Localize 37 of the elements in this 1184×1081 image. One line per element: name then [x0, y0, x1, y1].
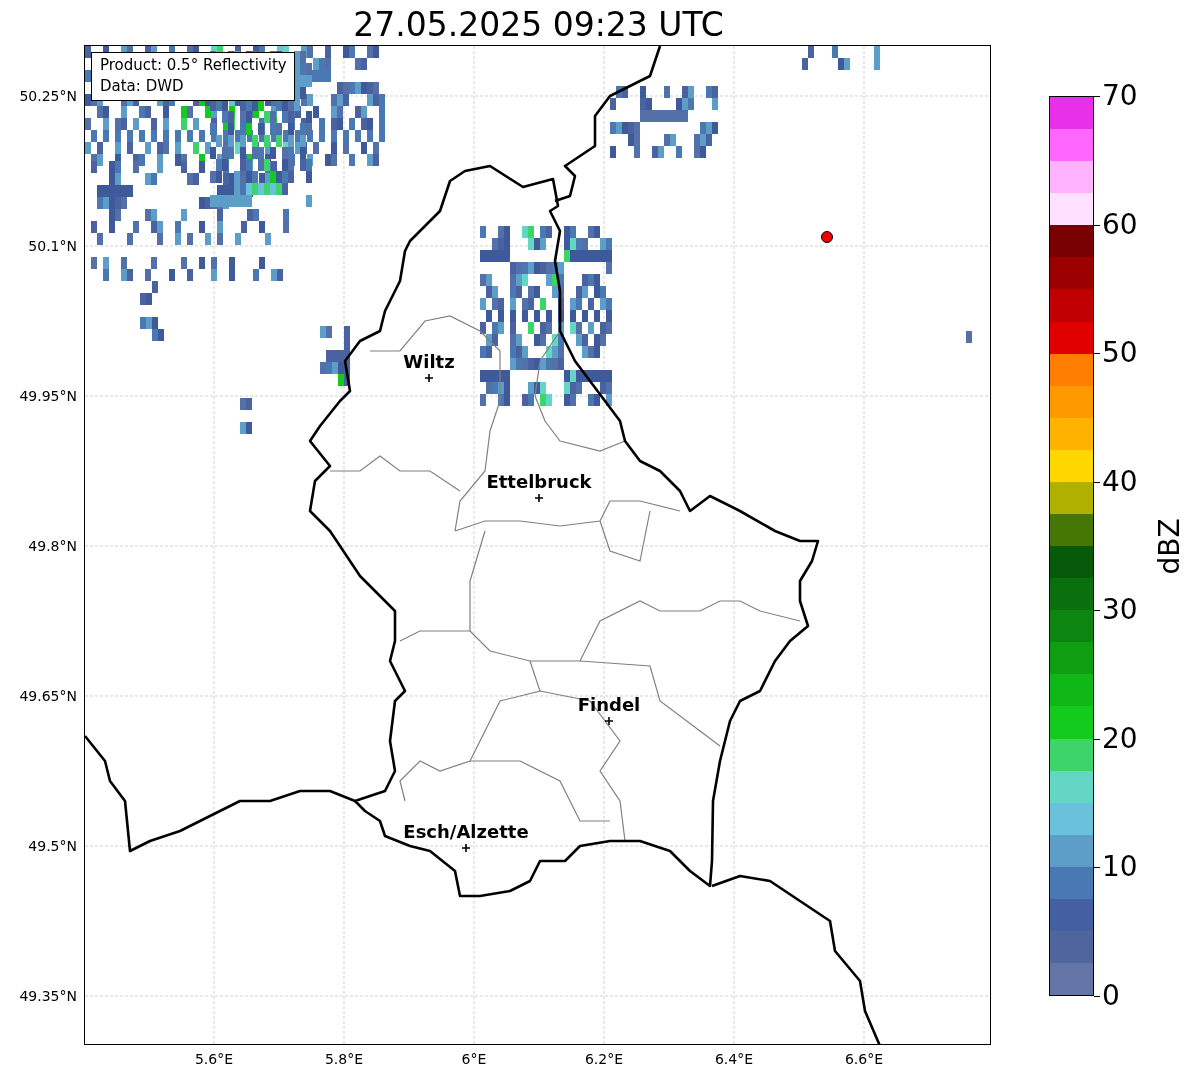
scale-label: 10 — [1094, 850, 1138, 885]
plus-marker-icon — [425, 374, 433, 382]
radar-echo — [240, 398, 252, 434]
longitude-label: 6.6°E — [844, 1051, 884, 1067]
latitude-label: 50.25°N — [19, 88, 77, 104]
longitude-label: 6.2°E — [584, 1051, 624, 1067]
legend-text: Data: DWD — [100, 76, 185, 97]
city-label: Wiltz — [403, 351, 455, 372]
longitude-label: 6°E — [461, 1051, 487, 1067]
scale-unit-label: dBZ — [1152, 517, 1184, 575]
radar-echo — [320, 326, 350, 386]
legend-text: Product: 0.5° Reflectivity — [100, 55, 287, 76]
radar-site-marker — [821, 231, 833, 243]
chart-title: 27.05.2025 09:23 UTC — [352, 4, 725, 45]
latitude-label: 49.95°N — [19, 388, 77, 404]
scale-label: 20 — [1094, 721, 1138, 756]
latitude-label: 49.5°N — [28, 838, 77, 854]
plus-marker-icon — [462, 844, 470, 852]
scale-label: 30 — [1094, 593, 1138, 628]
longitude-label: 5.6°E — [194, 1051, 234, 1067]
radar-echo — [966, 331, 972, 343]
city-label: Findel — [577, 694, 641, 715]
scale-label: 40 — [1094, 464, 1138, 499]
plus-marker-icon — [535, 494, 543, 502]
latitude-label: 49.65°N — [19, 688, 77, 704]
plus-marker-icon — [605, 717, 613, 725]
latitude-label: 49.8°N — [28, 538, 77, 554]
latitude-label: 49.35°N — [19, 988, 77, 1004]
scale-label: 0 — [1094, 979, 1120, 1013]
scale-label: 50 — [1094, 336, 1138, 371]
longitude-label: 6.4°E — [714, 1051, 754, 1067]
city-label: Esch/Alzette — [403, 821, 529, 842]
longitude-label: 5.8°E — [324, 1051, 364, 1067]
city-label: Ettelbruck — [486, 471, 592, 492]
scale-label: 70 — [1094, 79, 1138, 113]
scale-label: 60 — [1094, 207, 1138, 242]
latitude-label: 50.1°N — [28, 238, 77, 254]
